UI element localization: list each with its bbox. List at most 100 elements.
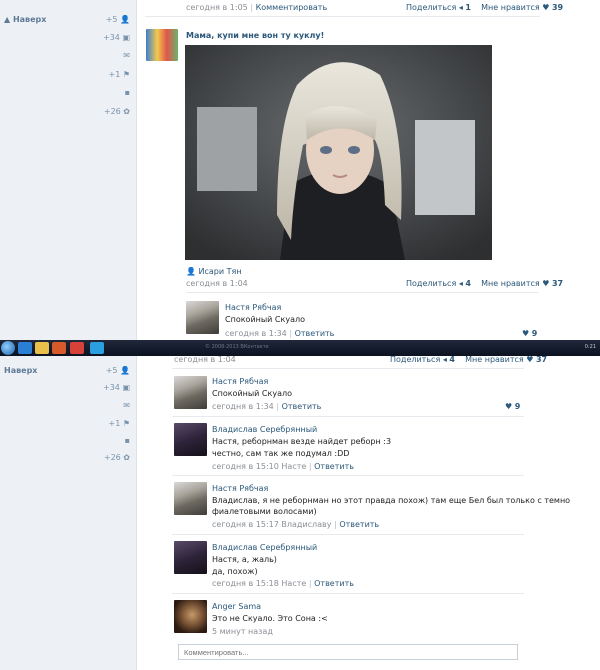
comment-like[interactable]: ♥ 9	[522, 329, 537, 338]
comment-avatar[interactable]	[174, 423, 207, 456]
skype-icon[interactable]	[90, 342, 104, 354]
comment-text: Спокойный Скуало	[225, 315, 305, 324]
like-button[interactable]: Мне нравится ♥ 37	[465, 356, 547, 364]
like-button[interactable]: Мне нравится ♥ 37	[481, 279, 563, 288]
post-actions: Поделиться ◂ 4 Мне нравится ♥ 37	[390, 356, 547, 364]
comment-avatar[interactable]	[174, 482, 207, 515]
divider	[172, 416, 524, 417]
folder-icon[interactable]	[35, 342, 49, 354]
comment-date: 5 минут назад	[212, 627, 273, 636]
camera-icon: ▣	[122, 383, 130, 392]
chat-icon: ▪	[124, 88, 130, 97]
reply-link[interactable]: Ответить	[339, 520, 379, 529]
comment-meta: сегодня в 15:17 Владиславу | Ответить	[212, 520, 380, 529]
share-icon: ◂	[458, 279, 463, 288]
windows-taskbar: © 2008-2013 ВКонтакте 0:21	[0, 340, 600, 356]
share-button[interactable]: Поделиться ◂ 4	[390, 356, 455, 364]
comment-author[interactable]: Владислав Серебрянный	[212, 425, 317, 434]
gear-icon: ✿	[123, 107, 130, 116]
heart-icon: ♥	[526, 356, 534, 364]
comment-text-line: Владислав, я не реборнман но этот правда…	[212, 496, 571, 505]
share-button[interactable]: Поделиться ◂ 1	[406, 3, 471, 12]
back-to-top-link[interactable]: ▲ Наверх	[4, 15, 46, 24]
user-icon: 👤	[120, 366, 130, 375]
divider	[172, 593, 524, 594]
divider	[186, 292, 538, 293]
divider	[172, 368, 524, 369]
heart-icon: ♥	[542, 279, 550, 288]
media-icon[interactable]	[52, 342, 66, 354]
reply-link[interactable]: Ответить	[282, 402, 322, 411]
share-icon: ◂	[442, 356, 447, 364]
comment-avatar[interactable]	[174, 376, 207, 409]
chat-link[interactable]: ▪	[125, 436, 130, 445]
lower-screenshot: Наверх +5 👤 +34 ▣ ✉ +1 ⚑ ▪ +26 ✿ сегодня…	[0, 356, 600, 670]
messages-link[interactable]: ✉	[123, 51, 130, 60]
comment-link[interactable]: Комментировать	[256, 3, 328, 12]
upper-screenshot: ▲ Наверх +5 👤 +34 ▣ ✉ +1 ⚑ ▪ +26 ✿ сегод…	[0, 0, 600, 340]
camera-icon: ▣	[122, 33, 130, 42]
doll-photo[interactable]	[185, 45, 492, 260]
comment-text-line: фиалетовыми волосами)	[212, 507, 317, 516]
comment-input[interactable]	[178, 644, 518, 660]
chat-icon: ▪	[124, 436, 130, 445]
divider	[172, 475, 524, 476]
comment-author[interactable]: Anger Sama	[212, 602, 261, 611]
comment-author[interactable]: Настя Рябчая	[225, 303, 281, 312]
comment-text: Это не Скуало. Это Сона :<	[212, 614, 328, 623]
heart-icon: ♥	[542, 3, 550, 12]
comment-text-line: честно, сам так же подумал :DD	[212, 449, 350, 458]
post-date: сегодня в 1:04	[174, 356, 236, 364]
back-to-top-link[interactable]: Наверх	[4, 366, 37, 375]
messages-link[interactable]: ✉	[123, 401, 130, 410]
comment-text-line: да, похож)	[212, 567, 258, 576]
post-title[interactable]: Мама, купи мне вон ту куклу!	[186, 31, 324, 40]
previous-post-actions: Поделиться ◂ 1 Мне нравится ♥ 39	[406, 3, 563, 12]
friends-counter[interactable]: +5 👤	[106, 366, 130, 375]
chrome-icon[interactable]	[70, 342, 84, 354]
settings-counter[interactable]: +26 ✿	[104, 453, 130, 462]
comment-avatar[interactable]	[174, 541, 207, 574]
comment-author[interactable]: Настя Рябчая	[212, 377, 268, 386]
friends-counter[interactable]: +5 👤	[106, 15, 130, 24]
reply-link[interactable]: Ответить	[314, 579, 354, 588]
groups-counter[interactable]: +1 ⚑	[108, 419, 130, 428]
post-actions: Поделиться ◂ 4 Мне нравится ♥ 37	[406, 279, 563, 288]
group-avatar[interactable]	[146, 29, 178, 61]
ie-icon[interactable]	[18, 342, 32, 354]
groups-counter[interactable]: +1 ⚑	[108, 70, 130, 79]
comment-like[interactable]: ♥ 9	[505, 402, 520, 411]
comment-text-line: Настя, а, жаль)	[212, 555, 277, 564]
reply-link[interactable]: Ответить	[314, 462, 354, 471]
divider	[145, 16, 540, 17]
photos-counter[interactable]: +34 ▣	[103, 383, 130, 392]
friends-icon: ⚑	[122, 419, 130, 428]
reply-link[interactable]: Ответить	[295, 329, 335, 338]
comment-avatar[interactable]	[186, 301, 219, 334]
comment-meta: сегодня в 1:34 | Ответить	[225, 329, 335, 338]
comment-text: Спокойный Скуало	[212, 389, 292, 398]
share-icon: ◂	[458, 3, 463, 12]
comment-meta: сегодня в 15:10 Насте | Ответить	[212, 462, 354, 471]
user-icon: 👤	[186, 267, 196, 276]
up-arrow-icon: ▲	[4, 15, 11, 24]
comment-author[interactable]: Владислав Серебрянный	[212, 543, 317, 552]
photos-counter[interactable]: +34 ▣	[103, 33, 130, 42]
comment-author[interactable]: Настя Рябчая	[212, 484, 268, 493]
divider	[172, 534, 524, 535]
post-author[interactable]: 👤 Исари Тян	[186, 267, 242, 276]
heart-icon: ♥	[522, 329, 530, 338]
share-button[interactable]: Поделиться ◂ 4	[406, 279, 471, 288]
friends-icon: ⚑	[122, 70, 130, 79]
previous-post-meta: сегодня в 1:05 | Комментировать	[186, 3, 328, 12]
user-icon: 👤	[120, 15, 130, 24]
chat-link[interactable]: ▪	[125, 88, 130, 97]
mail-icon: ✉	[123, 51, 130, 60]
gear-icon: ✿	[123, 453, 130, 462]
comment-avatar[interactable]	[174, 600, 207, 633]
settings-counter[interactable]: +26 ✿	[104, 107, 130, 116]
taskbar-clock: 0:21	[584, 344, 596, 350]
post-date: сегодня в 1:04	[186, 279, 248, 288]
like-button[interactable]: Мне нравится ♥ 39	[481, 3, 563, 12]
start-button[interactable]	[1, 341, 15, 355]
